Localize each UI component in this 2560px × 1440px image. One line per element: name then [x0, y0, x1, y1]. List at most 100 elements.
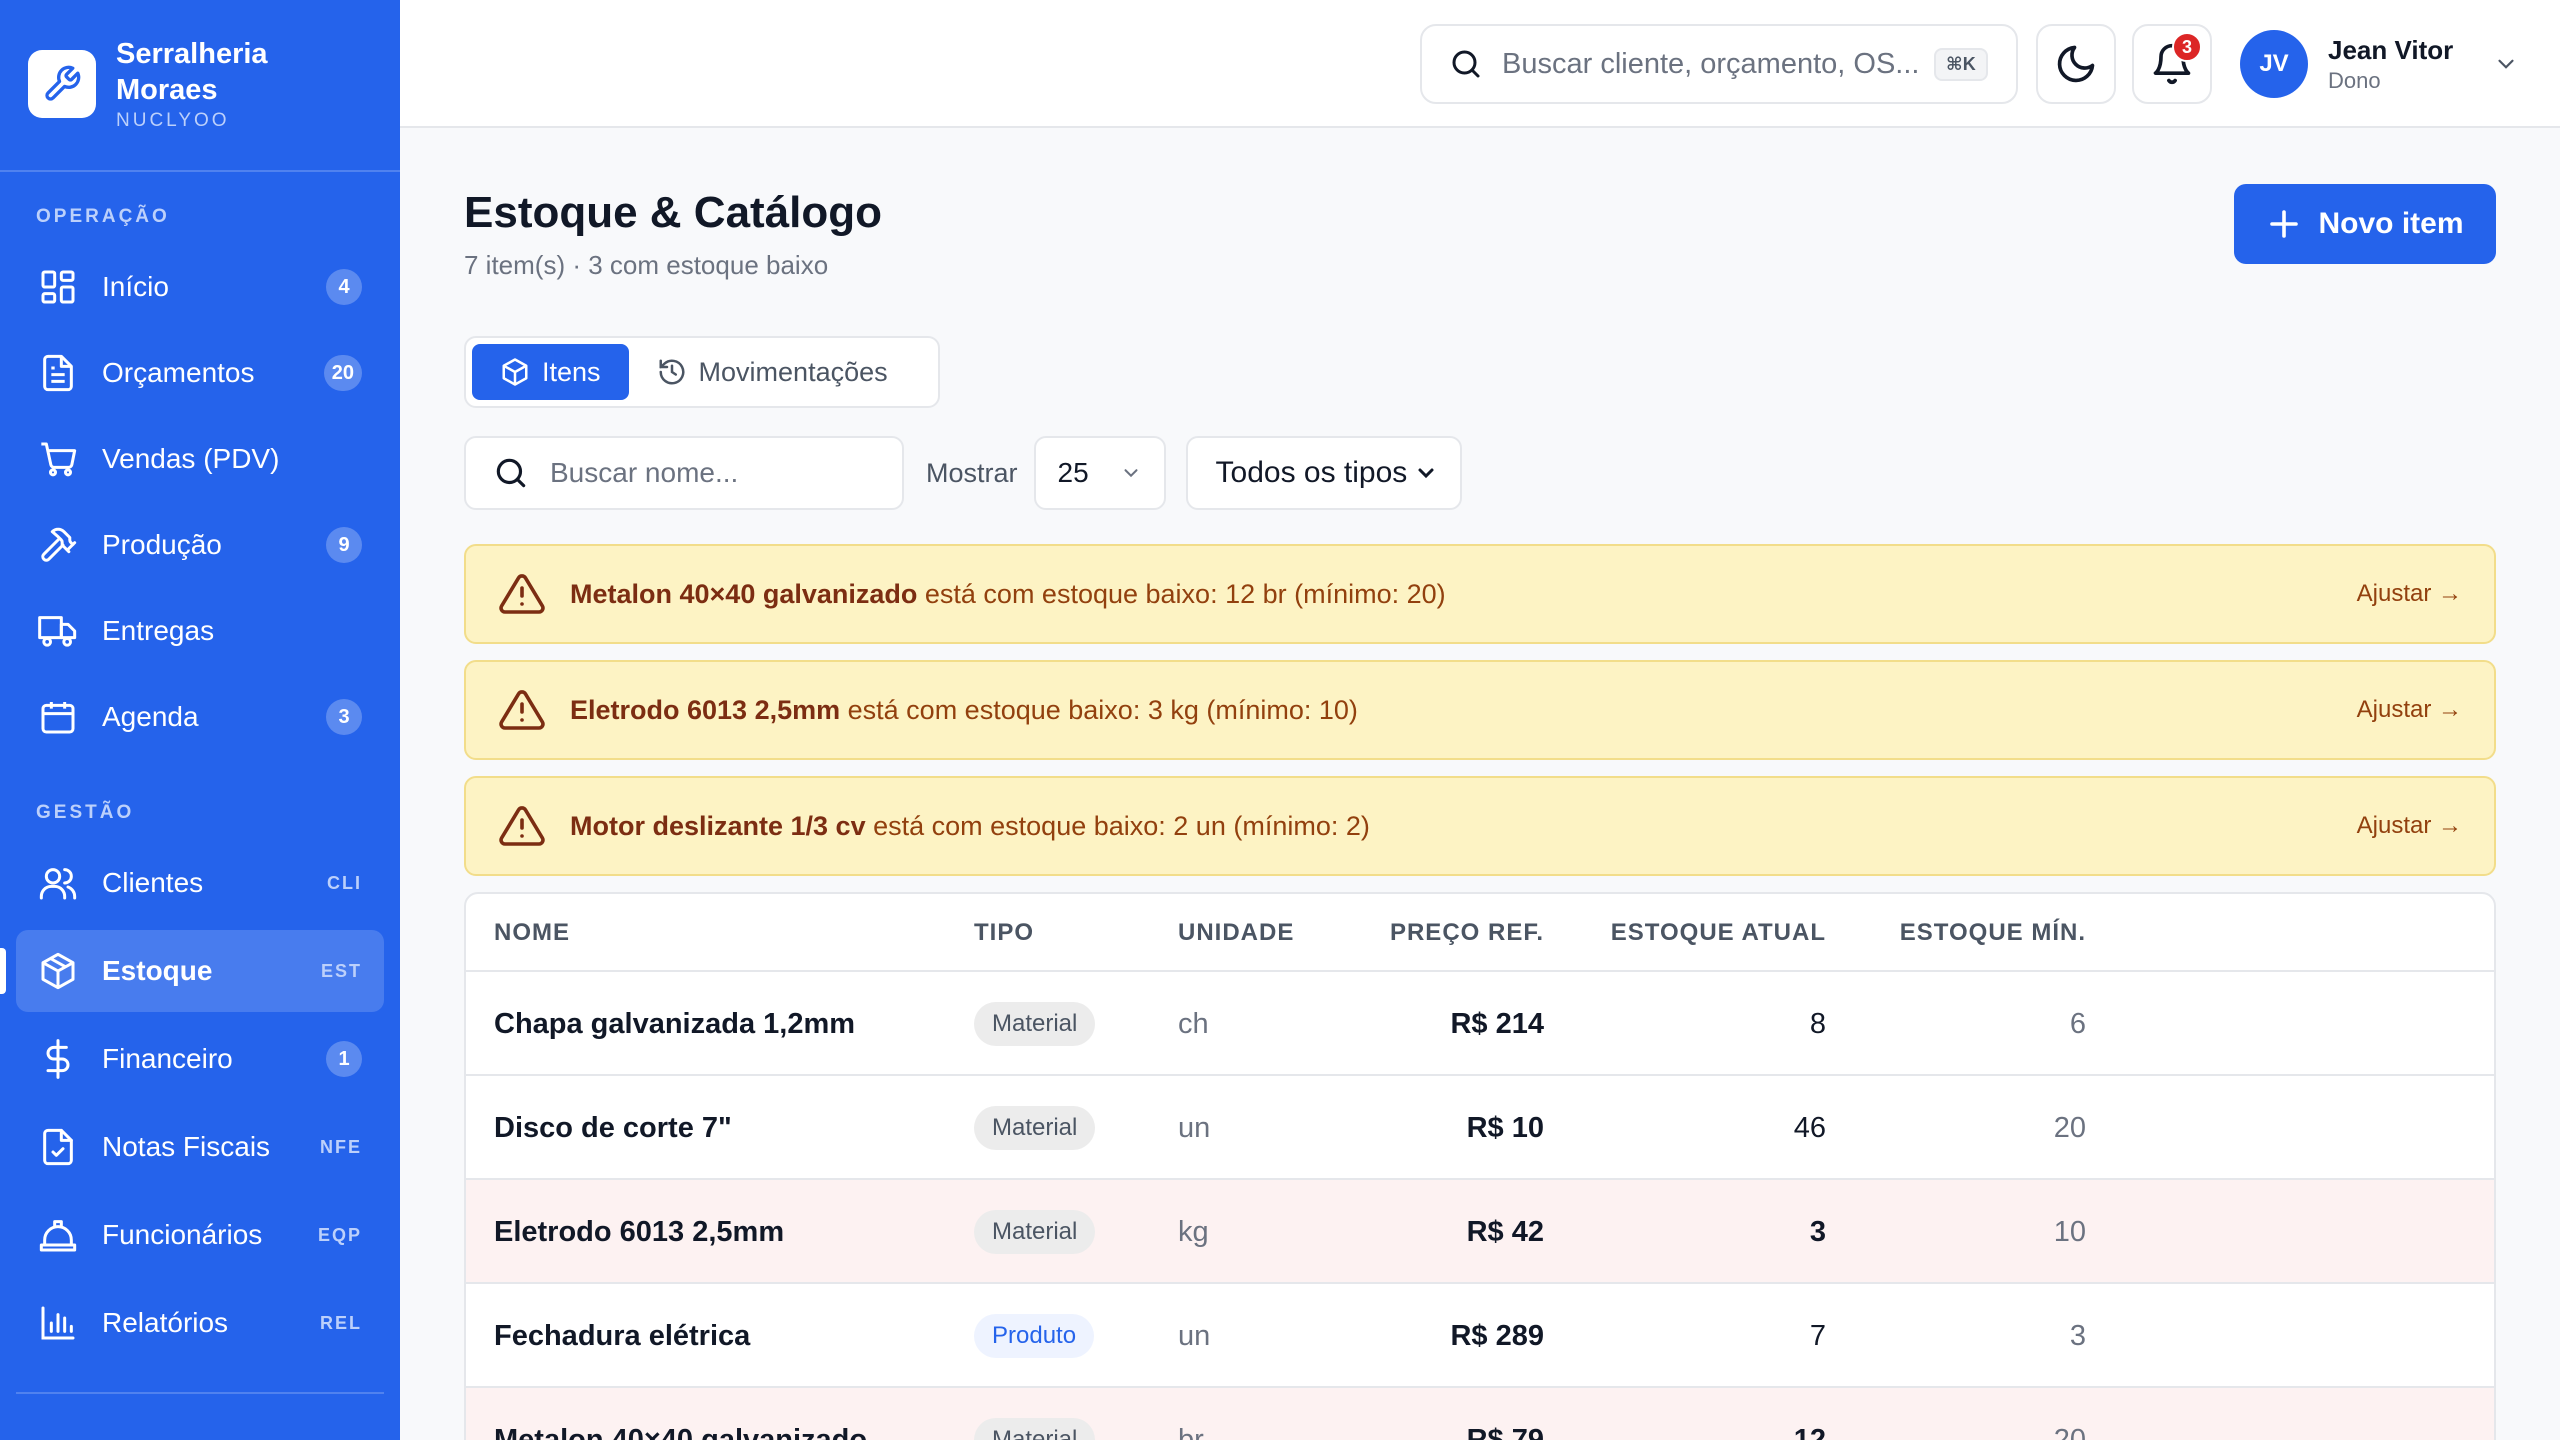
warning-icon — [499, 574, 545, 614]
item-type: Material — [974, 1076, 1096, 1180]
tab-itens[interactable]: Itens — [472, 344, 629, 400]
page-title: Estoque & Catálogo — [464, 188, 883, 237]
user-role: Dono — [2328, 67, 2381, 93]
wrench-logo-icon — [28, 50, 96, 118]
adjust-link[interactable]: Ajustar → — [2357, 580, 2462, 608]
invoice-icon — [36, 1125, 80, 1169]
column-header-stock[interactable]: ESTOQUE ATUAL — [1611, 894, 1826, 972]
notification-count-badge: 3 — [2172, 32, 2202, 62]
tab-movimentacoes[interactable]: Movimentações — [629, 344, 916, 400]
type-filter-value: Todos os tipos — [1215, 456, 1408, 489]
hardhat-icon — [36, 1213, 80, 1257]
item-min-stock: 10 — [2053, 1215, 2086, 1248]
item-unit: ch — [1178, 1007, 1209, 1040]
section-label-gestao: GESTÃO — [36, 802, 135, 823]
type-badge: Material — [974, 1002, 1096, 1046]
item-min-stock: 20 — [2053, 1111, 2086, 1144]
shortcut-code: EQP — [317, 1224, 362, 1245]
sidebar-item-vendas[interactable]: Vendas (PDV) — [16, 418, 384, 500]
calendar-icon — [36, 695, 80, 739]
item-price: R$ 10 — [1466, 1111, 1544, 1144]
sidebar-item-inicio[interactable]: Início 4 — [16, 246, 384, 328]
shortcut-code: EST — [320, 960, 362, 981]
sidebar-item-label: Relatórios — [102, 1307, 229, 1338]
column-header-unit[interactable]: UNIDADE — [1178, 894, 1294, 972]
brand[interactable]: Serralheria Moraes NUCLYOO — [28, 36, 316, 132]
warning-icon — [499, 690, 545, 730]
document-icon — [36, 351, 80, 395]
notifications-button[interactable]: 3 — [2132, 24, 2212, 104]
page-size-select[interactable]: 25 — [1033, 436, 1166, 510]
column-header-min[interactable]: ESTOQUE MÍN. — [1900, 894, 2086, 972]
column-header-type[interactable]: TIPO — [974, 894, 1034, 972]
box-icon — [36, 949, 80, 993]
shortcut-code: REL — [320, 1312, 362, 1333]
brand-sub: NUCLYOO — [116, 110, 230, 131]
column-header-name[interactable]: NOME — [494, 894, 570, 972]
item-unit: kg — [1178, 1215, 1209, 1248]
alert-message: está com estoque baixo: 2 un (mínimo: 2) — [873, 810, 1370, 841]
global-search-input[interactable]: Buscar cliente, orçamento, OS... ⌘K — [1420, 24, 2018, 104]
adjust-link[interactable]: Ajustar → — [2357, 812, 2462, 840]
low-stock-alert: Eletrodo 6013 2,5mm está com estoque bai… — [464, 660, 2496, 760]
item-min-stock: 3 — [2069, 1319, 2086, 1352]
sidebar-item-label: Início — [102, 271, 169, 302]
item-type: Material — [974, 1180, 1096, 1284]
sidebar-item-label: Agenda — [102, 701, 199, 732]
type-badge: Material — [974, 1418, 1096, 1440]
sidebar-item-notas-fiscais[interactable]: Notas Fiscais NFE — [16, 1106, 384, 1188]
table-row: Metalon 40×40 galvanizado Material br R$ 79… — [466, 1388, 2494, 1440]
sidebar-item-clientes[interactable]: Clientes CLI — [16, 842, 384, 924]
sidebar-item-producao[interactable]: Produção 9 — [16, 504, 384, 586]
sidebar-item-label: Notas Fiscais — [102, 1131, 271, 1162]
table-row: Eletrodo 6013 2,5mm Material kg R$ 42 3 10 — [466, 1180, 2494, 1284]
type-badge: Produto — [974, 1314, 1095, 1358]
chevron-down-icon — [1418, 468, 1434, 479]
item-type: Produto — [974, 1284, 1095, 1388]
type-filter-select[interactable]: Todos os tipos — [1185, 436, 1462, 510]
bar-chart-icon — [36, 1301, 80, 1345]
sidebar-item-agenda[interactable]: Agenda 3 — [16, 676, 384, 758]
item-stock: 46 — [1793, 1111, 1826, 1144]
page-size-value: 25 — [1057, 457, 1089, 488]
topbar: Buscar cliente, orçamento, OS... ⌘K 3 JV… — [400, 0, 2560, 128]
avatar: JV — [2240, 30, 2308, 98]
sidebar-divider — [0, 170, 400, 172]
sidebar-item-entregas[interactable]: Entregas — [16, 590, 384, 672]
adjust-link[interactable]: Ajustar → — [2357, 696, 2462, 724]
new-item-label: Novo item — [2318, 207, 2464, 240]
column-header-price[interactable]: PREÇO REF. — [1390, 894, 1544, 972]
item-type: Material — [974, 972, 1096, 1076]
sidebar-item-funcionarios[interactable]: Funcionários EQP — [16, 1194, 384, 1276]
sidebar-item-relatorios[interactable]: Relatórios REL — [16, 1282, 384, 1364]
sidebar-item-orcamentos[interactable]: Orçamentos 20 — [16, 332, 384, 414]
brand-name: Serralheria Moraes — [116, 38, 268, 106]
sidebar-item-label: Estoque — [102, 955, 213, 986]
user-menu[interactable]: JV Jean Vitor Dono — [2240, 30, 2519, 98]
count-badge: 9 — [326, 527, 362, 563]
sidebar-item-financeiro[interactable]: Financeiro 1 — [16, 1018, 384, 1100]
item-min-stock: 6 — [2069, 1007, 2086, 1040]
alert-message: está com estoque baixo: 12 br (mínimo: 2… — [924, 578, 1446, 609]
item-unit: br — [1178, 1423, 1204, 1440]
item-price: R$ 79 — [1466, 1423, 1544, 1440]
sidebar-item-label: Orçamentos — [102, 357, 255, 388]
history-icon — [659, 359, 685, 385]
table-row: Fechadura elétrica Produto un R$ 289 7 3 — [466, 1284, 2494, 1388]
count-badge: 4 — [326, 269, 362, 305]
search-placeholder: Buscar nome... — [550, 457, 739, 488]
sidebar-item-label: Produção — [102, 529, 222, 560]
new-item-button[interactable]: Novo item — [2234, 184, 2496, 264]
stock-table: NOME TIPO UNIDADE PREÇO REF. ESTOQUE ATU… — [464, 892, 2496, 1440]
sidebar-item-estoque[interactable]: Estoque EST — [0, 930, 384, 1012]
count-badge: 1 — [326, 1041, 362, 1077]
theme-toggle-button[interactable] — [2036, 24, 2116, 104]
search-placeholder: Buscar cliente, orçamento, OS... — [1502, 47, 1920, 80]
item-stock: 8 — [1809, 1007, 1826, 1040]
item-name: Chapa galvanizada 1,2mm — [494, 1007, 856, 1040]
item-name: Disco de corte 7" — [494, 1111, 732, 1144]
item-search-input[interactable]: Buscar nome... — [464, 436, 904, 510]
item-price: R$ 42 — [1466, 1215, 1544, 1248]
item-min-stock: 20 — [2053, 1423, 2086, 1440]
item-unit: un — [1178, 1319, 1211, 1352]
